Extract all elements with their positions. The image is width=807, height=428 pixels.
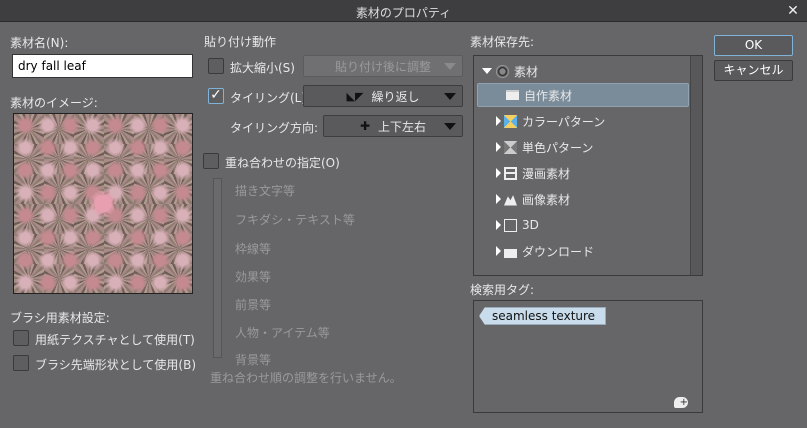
tree-item-label: ダウンロード (522, 244, 595, 259)
overlay-item: 背景等 (235, 353, 272, 367)
tiling-checkbox[interactable]: ✓ (208, 88, 224, 104)
color-pattern-icon (504, 114, 517, 128)
tree-item-image-material[interactable]: 画像素材 (496, 187, 570, 211)
direction-option: 上下左右 (378, 119, 427, 134)
overlay-item: 人物・アイテム等 (235, 326, 330, 340)
ok-button[interactable]: OK (714, 35, 793, 56)
tiling-direction-label: タイリング方向: (230, 121, 319, 135)
paper-texture-label: 用紙テクスチャとして使用(T) (35, 333, 195, 347)
image-label: 素材のイメージ: (10, 96, 98, 110)
expand-arrow-icon[interactable] (496, 142, 501, 152)
cancel-button[interactable]: キャンセル (714, 60, 793, 81)
tiling-label: タイリング(L) (230, 91, 307, 105)
3d-cube-icon (504, 218, 517, 232)
close-icon[interactable]: ✕ (785, 3, 801, 19)
add-tag-icon[interactable]: + (674, 397, 688, 408)
expand-arrow-icon[interactable] (496, 194, 501, 204)
overlay-label: 重ね合わせの指定(O) (225, 156, 340, 170)
title-bar: 素材のプロパティ ✕ (0, 0, 807, 22)
tree-item-label: 単色パターン (522, 140, 594, 155)
storage-label: 素材保存先: (470, 35, 535, 49)
paste-behavior-title: 貼り付け動作 (204, 35, 277, 49)
image-material-icon (504, 195, 517, 206)
tree-item-manga-material[interactable]: 漫画素材 (496, 161, 570, 185)
search-tags-label: 検索用タグ: (470, 283, 535, 297)
tree-item-label: 3D (522, 218, 539, 232)
overlay-note: 重ね合わせ順の調整を行いません。 (210, 371, 402, 385)
tiling-dropdown[interactable]: ◣◤ 繰り返し (303, 85, 463, 107)
material-preview-image (13, 113, 193, 294)
overlay-order-slider (213, 178, 222, 358)
tree-item-my-materials[interactable]: 自作素材 (477, 83, 689, 107)
storage-tree: 素材 自作素材 カラーパターン 単色パターン 漫画素材 画像素材 3D ダウンロ… (473, 55, 703, 276)
scale-dropdown[interactable]: 貼り付け後に調整 (303, 55, 463, 77)
tree-item-mono-pattern[interactable]: 単色パターン (496, 135, 593, 159)
material-name-input[interactable] (12, 54, 193, 78)
paper-texture-checkbox[interactable] (13, 330, 29, 346)
repeat-icon: ◣◤ (346, 89, 364, 103)
overlay-item: 枠線等 (235, 242, 272, 256)
overlay-item: 効果等 (235, 270, 272, 284)
expand-arrow-icon[interactable] (482, 68, 492, 74)
mono-pattern-icon (504, 140, 517, 154)
tag-chip[interactable]: seamless texture (479, 307, 606, 325)
tree-item-download[interactable]: ダウンロード (496, 239, 594, 263)
chevron-down-icon (444, 63, 456, 70)
folder-icon (506, 90, 519, 100)
brush-tip-label: ブラシ先端形状として使用(B) (35, 358, 196, 372)
scale-checkbox[interactable] (208, 58, 224, 74)
scale-option: 貼り付け後に調整 (334, 59, 431, 74)
tree-item-label: 画像素材 (522, 192, 571, 207)
window-title: 素材のプロパティ (355, 6, 452, 20)
expand-arrow-icon[interactable] (496, 246, 501, 256)
tree-item-material[interactable]: 素材 (482, 59, 538, 83)
tree-item-label: 自作素材 (524, 88, 573, 103)
overlay-item: フキダシ・テキスト等 (235, 213, 355, 227)
manga-material-icon (504, 166, 517, 180)
tree-item-color-pattern[interactable]: カラーパターン (496, 109, 605, 133)
overlay-item: 前景等 (235, 298, 272, 312)
brush-tip-checkbox[interactable] (13, 355, 29, 371)
tag-list: seamless texture + (473, 300, 703, 413)
name-label: 素材名(N): (10, 36, 69, 50)
material-root-icon (496, 64, 509, 78)
tree-item-3d[interactable]: 3D (496, 213, 539, 237)
expand-arrow-icon[interactable] (496, 116, 501, 126)
tiling-option: 繰り返し (371, 89, 420, 104)
tree-item-label: 漫画素材 (522, 166, 571, 181)
overlay-item: 描き文字等 (235, 184, 296, 198)
expand-arrow-icon[interactable] (496, 220, 501, 230)
tree-scrollbar[interactable] (690, 56, 702, 275)
tiling-direction-dropdown[interactable]: ✚ 上下左右 (323, 115, 463, 137)
tree-item-label: カラーパターン (522, 114, 606, 129)
expand-arrow-icon[interactable] (496, 168, 501, 178)
overlay-checkbox[interactable] (203, 153, 219, 169)
scale-label: 拡大縮小(S) (230, 61, 295, 75)
download-icon (504, 248, 517, 258)
chevron-down-icon (444, 93, 456, 100)
brush-settings-label: ブラシ用素材設定: (10, 311, 110, 325)
four-direction-icon: ✚ (359, 119, 371, 133)
tree-item-label: 素材 (514, 64, 539, 79)
chevron-down-icon (444, 123, 456, 130)
